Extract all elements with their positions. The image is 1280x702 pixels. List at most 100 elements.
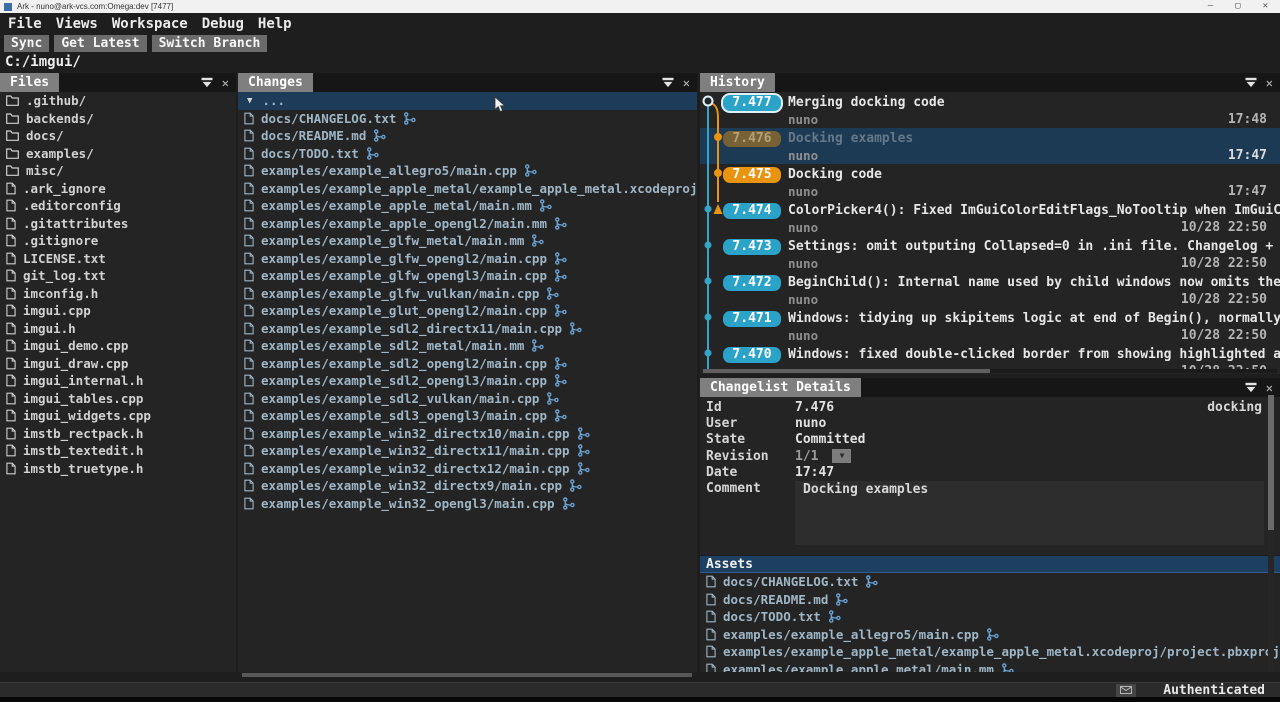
changed-file-row[interactable]: docs/TODO.txt <box>238 145 697 163</box>
file-row[interactable]: imgui_internal.h <box>0 372 236 390</box>
changed-file-row[interactable]: examples/example_glfw_metal/main.mm <box>238 232 697 250</box>
close-button[interactable]: ✕ <box>1263 0 1268 13</box>
changes-root-row[interactable]: ▼ ... <box>238 92 697 110</box>
history-row[interactable]: 7.474ColorPicker4(): Fixed ImGuiColorEdi… <box>700 200 1280 236</box>
menu-item-debug[interactable]: Debug <box>202 16 244 32</box>
file-row[interactable]: docs/ <box>0 127 236 145</box>
changed-file-row[interactable]: examples/example_win32_opengl3/main.cpp <box>238 495 697 513</box>
changed-file-row[interactable]: docs/README.md <box>238 127 697 145</box>
close-icon[interactable]: ✕ <box>683 77 690 89</box>
changed-file-row[interactable]: examples/example_sdl2_metal/main.mm <box>238 337 697 355</box>
changed-file-row[interactable]: examples/example_allegro5/main.cpp <box>700 626 1280 644</box>
filter-icon[interactable] <box>201 77 213 88</box>
file-row[interactable]: git_log.txt <box>0 267 236 285</box>
changed-file-row[interactable]: examples/example_apple_metal/example_app… <box>700 643 1280 661</box>
menu-item-help[interactable]: Help <box>258 16 292 32</box>
file-row[interactable]: imstb_truetype.h <box>0 460 236 478</box>
file-row[interactable]: imgui_draw.cpp <box>0 355 236 373</box>
merge-icon <box>569 479 582 492</box>
changed-file-row[interactable]: examples/example_apple_metal/main.mm <box>700 661 1280 673</box>
history-row[interactable]: 7.475Docking codenuno17:47 <box>700 164 1280 200</box>
file-row[interactable]: imgui_widgets.cpp <box>0 407 236 425</box>
changed-file-path: examples/example_apple_metal/main.mm <box>261 198 532 213</box>
changes-hscroll-thumb[interactable] <box>242 673 692 677</box>
details-vscrollbar[interactable] <box>1268 395 1274 672</box>
changed-file-row[interactable]: examples/example_apple_opengl2/main.mm <box>238 215 697 233</box>
maximize-button[interactable]: ▢ <box>1235 0 1240 13</box>
history-row[interactable]: 7.477Merging docking codenuno17:48 <box>700 92 1280 128</box>
changed-file-row[interactable]: examples/example_sdl2_opengl3/main.cpp <box>238 372 697 390</box>
history-row[interactable]: 7.473Settings: omit outputing Collapsed=… <box>700 236 1280 272</box>
changed-file-row[interactable]: examples/example_apple_metal/example_app… <box>238 180 697 198</box>
filter-icon[interactable] <box>1245 382 1257 393</box>
file-row[interactable]: imgui.h <box>0 320 236 338</box>
changed-file-row[interactable]: examples/example_sdl2_vulkan/main.cpp <box>238 390 697 408</box>
close-icon[interactable]: ✕ <box>1266 382 1273 394</box>
close-icon[interactable]: ✕ <box>1266 77 1273 89</box>
file-row[interactable]: .editorconfig <box>0 197 236 215</box>
history-hscroll-thumb[interactable] <box>703 369 990 373</box>
comment-field[interactable]: Docking examples <box>795 481 1264 545</box>
changed-file-row[interactable]: examples/example_sdl3_opengl3/main.cpp <box>238 407 697 425</box>
file-row[interactable]: backends/ <box>0 110 236 128</box>
changed-file-row[interactable]: docs/CHANGELOG.txt <box>238 110 697 128</box>
menu-item-views[interactable]: Views <box>56 16 98 32</box>
minimize-button[interactable]: — <box>1208 0 1213 13</box>
files-panel: Files ✕ .github/backends/docs/examples/m… <box>0 73 236 672</box>
file-row[interactable]: imgui.cpp <box>0 302 236 320</box>
file-row[interactable]: .gitignore <box>0 232 236 250</box>
file-row[interactable]: imgui_demo.cpp <box>0 337 236 355</box>
file-row[interactable]: imstb_textedit.h <box>0 442 236 460</box>
history-row[interactable]: 7.471Windows: tidying up skipitems logic… <box>700 308 1280 344</box>
changed-file-row[interactable]: examples/example_sdl2_opengl2/main.cpp <box>238 355 697 373</box>
changed-file-row[interactable]: docs/TODO.txt <box>700 608 1280 626</box>
history-hscrollbar[interactable] <box>703 369 1277 373</box>
changed-file-row[interactable]: examples/example_glut_opengl2/main.cpp <box>238 302 697 320</box>
changed-file-row[interactable]: examples/example_win32_directx12/main.cp… <box>238 460 697 478</box>
switch-branch-button[interactable]: Switch Branch <box>152 35 268 52</box>
changed-file-row[interactable]: examples/example_allegro5/main.cpp <box>238 162 697 180</box>
history-row[interactable]: 7.470Windows: fixed double-clicked borde… <box>700 344 1280 369</box>
file-row[interactable]: .ark_ignore <box>0 180 236 198</box>
file-row[interactable]: examples/ <box>0 145 236 163</box>
changed-file-row[interactable]: examples/example_win32_directx11/main.cp… <box>238 442 697 460</box>
file-name: imgui_widgets.cpp <box>23 408 151 423</box>
file-row[interactable]: imconfig.h <box>0 285 236 303</box>
revision-dropdown[interactable]: ▼ <box>832 449 851 463</box>
changes-tab[interactable]: Changes <box>238 73 313 92</box>
file-row[interactable]: imgui_tables.cpp <box>0 390 236 408</box>
history-row[interactable]: 7.472BeginChild(): Internal name used by… <box>700 272 1280 308</box>
changed-file-row[interactable]: examples/example_sdl2_directx11/main.cpp <box>238 320 697 338</box>
changed-file-row[interactable]: examples/example_apple_metal/main.mm <box>238 197 697 215</box>
files-tab[interactable]: Files <box>0 73 59 92</box>
file-icon <box>6 287 16 300</box>
changes-hscrollbar[interactable] <box>240 672 696 678</box>
file-row[interactable]: LICENSE.txt <box>0 250 236 268</box>
menu-item-file[interactable]: File <box>8 16 42 32</box>
file-row[interactable]: .github/ <box>0 92 236 110</box>
changed-file-row[interactable]: docs/CHANGELOG.txt <box>700 573 1280 591</box>
file-row[interactable]: imstb_rectpack.h <box>0 425 236 443</box>
changelist-details-tab[interactable]: Changelist Details <box>700 378 861 397</box>
history-tab[interactable]: History <box>700 73 775 92</box>
changed-file-row[interactable]: examples/example_glfw_opengl3/main.cpp <box>238 267 697 285</box>
changed-file-row[interactable]: examples/example_win32_directx9/main.cpp <box>238 477 697 495</box>
file-row[interactable]: .gitattributes <box>0 215 236 233</box>
changed-file-row[interactable]: examples/example_glfw_vulkan/main.cpp <box>238 285 697 303</box>
path-field[interactable]: C:/imgui/ <box>0 54 81 72</box>
filter-icon[interactable] <box>1245 77 1257 88</box>
file-row[interactable]: misc/ <box>0 162 236 180</box>
changed-file-row[interactable]: examples/example_glfw_opengl2/main.cpp <box>238 250 697 268</box>
get-latest-button[interactable]: Get Latest <box>54 35 146 52</box>
mail-icon[interactable] <box>1116 684 1136 697</box>
assets-header[interactable]: Assets <box>700 556 1280 573</box>
close-icon[interactable]: ✕ <box>222 77 229 89</box>
sync-button[interactable]: Sync <box>4 35 49 52</box>
details-vscroll-thumb[interactable] <box>1268 395 1274 530</box>
filter-icon[interactable] <box>662 77 674 88</box>
changed-file-row[interactable]: docs/README.md <box>700 591 1280 609</box>
history-row[interactable]: 7.476Docking examplesnuno17:47 <box>700 128 1280 164</box>
changed-file-row[interactable]: examples/example_win32_directx10/main.cp… <box>238 425 697 443</box>
merge-icon <box>562 497 575 510</box>
menu-item-workspace[interactable]: Workspace <box>112 16 188 32</box>
